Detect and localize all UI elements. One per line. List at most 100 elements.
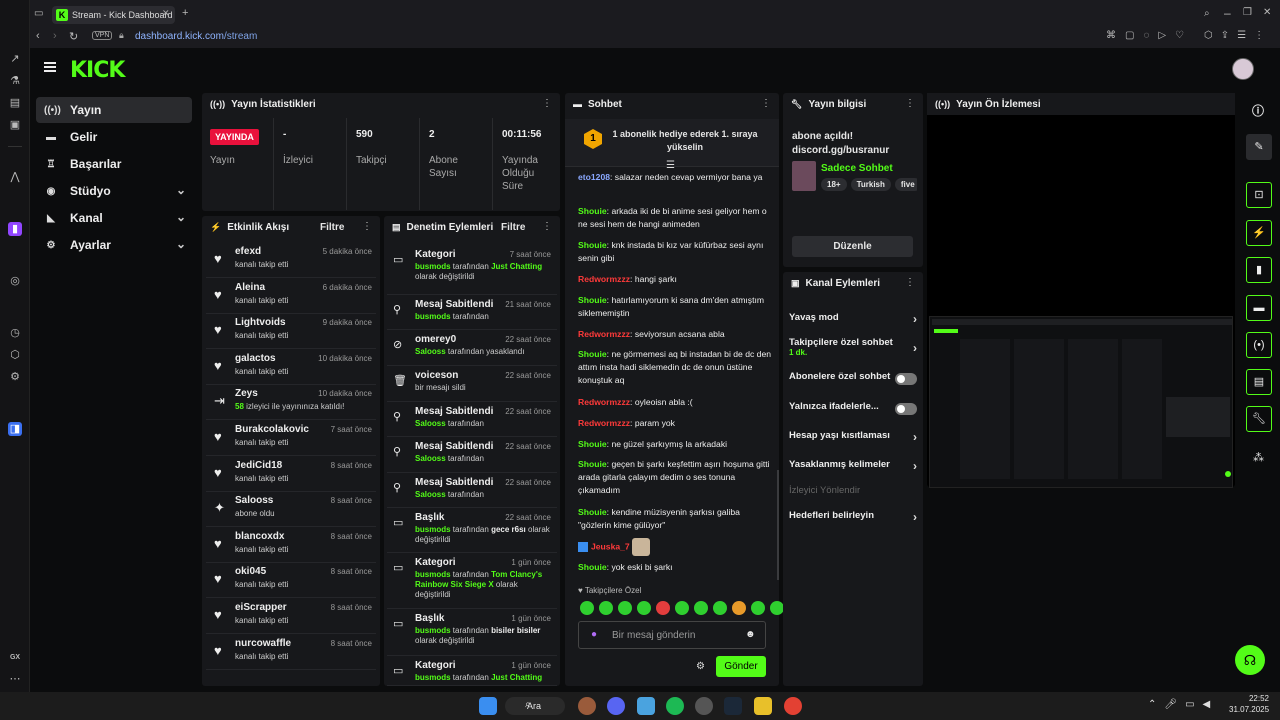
chat-settings-icon[interactable]: ⚙ <box>696 661 705 672</box>
tab-close-icon[interactable]: ✕ <box>162 8 170 19</box>
info-icon[interactable]: ⓘ <box>1252 102 1264 119</box>
chat-message[interactable]: eto1208: salazar neden cevap vermiyor ba… <box>578 171 774 184</box>
mod-row[interactable]: ▭ Başlık 22 saat önce busmods tarafından ge… <box>387 508 557 553</box>
chat-message[interactable]: Shouie: hatırlamıyorum ki sana dm'den at… <box>578 294 774 320</box>
events-filter-button[interactable]: Filtre <box>320 222 344 233</box>
chat-input[interactable]: ● Bir mesaj gönderin ☻ <box>578 621 766 649</box>
stats-menu-icon[interactable]: ⋮ <box>542 98 552 109</box>
tag[interactable]: five <box>894 178 917 191</box>
mod-actor[interactable]: busmods <box>415 262 451 271</box>
rail-wrench-icon[interactable]: 🔧︎ <box>1246 406 1272 432</box>
mod-menu-icon[interactable]: ⋮ <box>542 221 552 232</box>
channel-action[interactable]: Hesap yaşı kısıtlaması › <box>789 430 917 450</box>
close-window-icon[interactable]: ✕ <box>1263 7 1271 18</box>
maximize-icon[interactable]: ❐ <box>1243 7 1252 18</box>
event-user[interactable]: efexd <box>235 246 261 257</box>
rail-doc-icon[interactable]: ▮ <box>1246 257 1272 283</box>
chat-username[interactable]: Redwormzzz <box>578 397 630 407</box>
channel-action[interactable]: Takipçilere özel sohbet 1 dk. › <box>789 337 917 357</box>
event-user[interactable]: JediCid18 <box>235 460 282 471</box>
sidebar-news-icon[interactable]: ▣ <box>8 118 22 132</box>
sidebar-more-icon[interactable]: ⋯ <box>8 672 22 686</box>
extension-icons[interactable]: ⌘▢◌▷♡ <box>1106 30 1193 41</box>
event-row[interactable]: ♥ eiScrapper 8 saat önce kanalı takip etti <box>206 598 376 634</box>
mod-actor[interactable]: busmods <box>415 570 451 579</box>
chat-message[interactable]: Shouie: knk instada bi kız var küfürbaz … <box>578 239 774 265</box>
tab-islands-icon[interactable]: ▭ <box>34 8 43 19</box>
emote-icon[interactable] <box>732 601 746 615</box>
chat-username[interactable]: Jeuska_7 <box>591 541 630 551</box>
chat-message[interactable]: Shouie: kendine müzisyenin şarkısı galib… <box>578 506 774 532</box>
mod-row[interactable]: ▭ Kategori 7 saat önce busmods tarafından J… <box>387 245 557 295</box>
event-row[interactable]: ♥ blancoxdx 8 saat önce kanalı takip etti <box>206 527 376 563</box>
event-user[interactable]: Salooss <box>235 495 273 506</box>
actions-menu-icon[interactable]: ⋮ <box>905 277 915 288</box>
kick-logo[interactable]: KICK <box>70 58 125 83</box>
chat-username[interactable]: Shouie <box>578 240 607 250</box>
opera-gx-icon[interactable] <box>695 697 713 715</box>
rail-layout-icon[interactable]: ▤ <box>1246 369 1272 395</box>
events-menu-icon[interactable]: ⋮ <box>362 221 372 232</box>
spotify-icon[interactable] <box>666 697 684 715</box>
event-row[interactable]: ⇥ Zeys 10 dakika önce 58 izleyici ile yayın… <box>206 384 376 421</box>
event-row[interactable]: ♥ Burakcolakovic 7 saat önce kanalı takip e… <box>206 420 376 456</box>
forward-icon[interactable]: › <box>53 30 57 42</box>
nav-item-basarilar[interactable]: ♖ Başarılar <box>36 151 192 177</box>
channel-action[interactable]: Yavaş mod › <box>789 312 917 332</box>
tray-icons[interactable]: ⌃🎤︎▭◀ <box>1148 699 1218 710</box>
start-icon[interactable] <box>479 697 497 715</box>
edit-layout-icon[interactable]: ✎ <box>1246 134 1272 160</box>
chat-message[interactable]: Redwormzzz: oyleoisn abla :( <box>578 396 774 409</box>
chat-message[interactable]: Jeuska_7 <box>578 538 774 556</box>
chat-username[interactable]: Shouie <box>578 295 607 305</box>
chat-message[interactable]: Shouie: yok eski bi şarkı <box>578 561 774 574</box>
chrome-icon[interactable] <box>784 697 802 715</box>
mod-actor[interactable]: Salooss <box>415 454 446 463</box>
mod-actor[interactable]: Salooss <box>415 419 446 428</box>
mod-actor[interactable]: busmods <box>415 626 451 635</box>
event-row[interactable]: ♥ Aleina 6 dakika önce kanalı takip etti <box>206 278 376 314</box>
rail-broadcast-icon[interactable]: (•) <box>1246 332 1272 358</box>
clock-date[interactable]: 31.07.2025 <box>1229 705 1269 714</box>
event-row[interactable]: ✦ Salooss 8 saat önce abone oldu <box>206 491 376 528</box>
chat-username[interactable]: Shouie <box>578 439 607 449</box>
event-user[interactable]: nurcowaffle <box>235 638 291 649</box>
mod-actor[interactable]: busmods <box>415 525 451 534</box>
search-tabs-icon[interactable]: ⌕ <box>1204 8 1210 19</box>
channel-action[interactable]: Yalnızca ifadelerle... <box>789 401 917 421</box>
steam-icon[interactable] <box>724 697 742 715</box>
avatar[interactable] <box>1232 58 1254 80</box>
chat-username[interactable]: Shouie <box>578 349 607 359</box>
mod-row[interactable]: ⚲ Mesaj Sabitlendi 22 saat önce Salooss tar… <box>387 473 557 508</box>
url-field[interactable]: dashboard.kick.com/stream <box>135 31 257 42</box>
chat-message[interactable]: Shouie: geçen bi şarkı keşfettim aşırı h… <box>578 458 774 497</box>
emote-icon[interactable] <box>637 601 651 615</box>
send-button[interactable]: Gönder <box>716 656 766 677</box>
emote-icon[interactable] <box>713 601 727 615</box>
category-name[interactable]: Sadece Sohbet <box>821 163 893 174</box>
mod-row[interactable]: ⊘ omerey0 22 saat önce Salooss tarafından y… <box>387 330 557 366</box>
chat-username[interactable]: Redwormzzz <box>578 274 630 284</box>
event-row[interactable]: ♥ oki045 8 saat önce kanalı takip etti <box>206 562 376 599</box>
sidebar-box-icon[interactable]: ⬡ <box>8 348 22 362</box>
mod-row[interactable]: 🗑︎ voiceson 22 saat önce bir mesajı sildi <box>387 366 557 402</box>
browser-tab[interactable]: K Stream - Kick Dashboard <box>52 6 175 24</box>
chat-menu-icon[interactable]: ⋮ <box>761 98 771 109</box>
nav-item-gelir[interactable]: ▬ Gelir <box>36 124 192 150</box>
event-row[interactable]: ♥ efexd 5 dakika önce kanalı takip etti <box>206 242 376 278</box>
chat-scrollbar[interactable] <box>777 470 779 580</box>
chat-username[interactable]: Redwormzzz <box>578 418 630 428</box>
event-user[interactable]: eiScrapper <box>235 602 287 613</box>
emote-icon[interactable] <box>656 601 670 615</box>
expand-icon[interactable]: ☰ <box>666 160 675 171</box>
menu-icon[interactable] <box>44 62 56 72</box>
mod-row[interactable]: ▭ Kategori 1 gün önce busmods tarafından To… <box>387 553 557 609</box>
mod-row[interactable]: ⚲ Mesaj Sabitlendi 22 saat önce Salooss tar… <box>387 437 557 473</box>
channel-action[interactable]: Yasaklanmış kelimeler › <box>789 459 917 479</box>
sidebar-history-icon[interactable]: ◷ <box>8 326 22 340</box>
back-icon[interactable]: ‹ <box>36 30 40 42</box>
chat-username[interactable]: Shouie <box>578 206 607 216</box>
event-row[interactable]: ♥ nurcowaffle 8 saat önce kanalı takip etti <box>206 634 376 670</box>
sidebar-kick-icon[interactable]: ⋀ <box>8 170 22 184</box>
event-user[interactable]: Aleina <box>235 282 265 293</box>
